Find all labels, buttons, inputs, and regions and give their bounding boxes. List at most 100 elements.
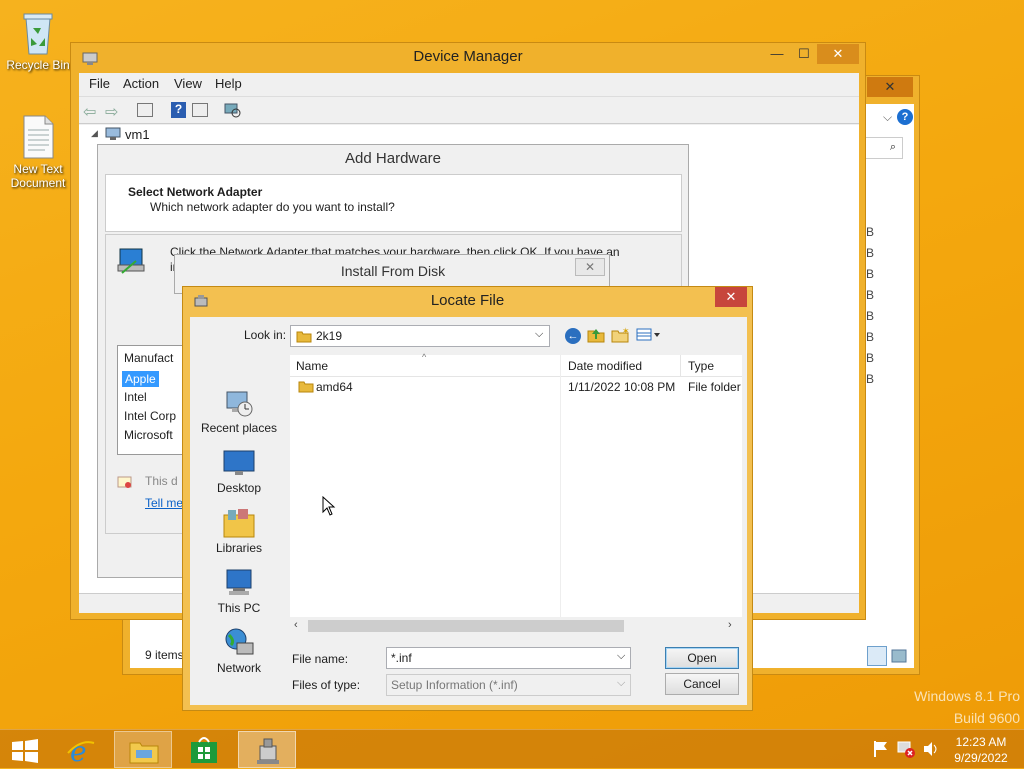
file-type-label: Files of type: xyxy=(292,678,361,692)
place-label: Recent places xyxy=(200,421,278,435)
cancel-button[interactable]: Cancel xyxy=(665,673,739,695)
place-this-pc[interactable]: This PC xyxy=(190,567,288,615)
look-in-value: 2k19 xyxy=(316,329,343,343)
menu-action[interactable]: Action xyxy=(123,73,159,95)
wizard-header-subtitle: Which network adapter do you want to ins… xyxy=(150,200,395,214)
svg-text:✶: ✶ xyxy=(622,326,629,336)
place-network[interactable]: Network xyxy=(190,627,288,675)
list-item[interactable]: Microsoft xyxy=(124,428,173,442)
list-item[interactable]: Intel xyxy=(124,390,147,404)
back-arrow-icon[interactable]: ⇦ xyxy=(83,102,96,122)
view-icon[interactable] xyxy=(192,103,208,117)
help-icon[interactable]: ? xyxy=(897,109,913,125)
desktop-icon xyxy=(223,447,255,479)
tell-me-link[interactable]: Tell me xyxy=(145,496,183,510)
recent-places-icon xyxy=(223,387,255,419)
clock-time: 12:23 AM xyxy=(955,735,1007,749)
taskbar-device-manager[interactable] xyxy=(238,731,296,768)
column-type[interactable]: Type xyxy=(688,355,714,377)
tree-collapse-icon[interactable]: ◢ xyxy=(91,128,98,139)
scroll-left-icon[interactable]: ‹ xyxy=(294,619,298,631)
wizard-header: Select Network Adapter Which network ada… xyxy=(105,174,682,232)
scan-hardware-icon[interactable] xyxy=(223,102,241,118)
file-explorer-icon xyxy=(129,738,159,764)
maximize-button[interactable]: ☐ xyxy=(791,44,817,64)
new-folder-icon[interactable]: ✶ xyxy=(611,326,630,344)
manufacturer-header[interactable]: Manufact xyxy=(124,351,173,365)
back-arrow-icon[interactable]: ← xyxy=(565,328,581,344)
properties-icon[interactable] xyxy=(137,103,153,117)
chevron-down-icon[interactable]: ⌵ xyxy=(617,677,625,690)
clock[interactable]: 12:23 AM 9/29/2022 xyxy=(946,734,1016,766)
watermark-edition: Windows 8.1 Pro xyxy=(914,688,1020,704)
volume-icon[interactable] xyxy=(922,740,940,758)
menu-help[interactable]: Help xyxy=(215,73,242,95)
look-in-combobox[interactable]: 2k19 ⌵ xyxy=(290,325,550,347)
open-button[interactable]: Open xyxy=(665,647,739,669)
locate-file-dialog[interactable]: Locate File ✕ Look in: 2k19 ⌵ ← ✶ Recent… xyxy=(182,286,753,711)
taskbar: e 12:23 AM 9/29/2022 xyxy=(0,729,1024,768)
date-modified-cell: 1/11/2022 10:08 PM xyxy=(568,380,676,394)
signed-note: This d xyxy=(145,474,178,488)
file-name-combobox[interactable]: *.inf ⌵ xyxy=(386,647,631,669)
place-label: Network xyxy=(216,661,261,675)
close-button[interactable]: ✕ xyxy=(817,44,859,64)
file-list-header: Name ^ Date modified Type xyxy=(290,352,742,625)
forward-arrow-icon[interactable]: ⇨ xyxy=(105,102,118,122)
network-disconnected-icon[interactable] xyxy=(897,740,915,758)
desktop-icon-label: New Text Document xyxy=(10,162,66,190)
large-icons-view-icon[interactable] xyxy=(891,648,907,664)
place-libraries[interactable]: Libraries xyxy=(190,507,288,555)
desktop-icon-label: Recycle Bin xyxy=(6,58,70,72)
libraries-icon xyxy=(223,507,255,539)
place-desktop[interactable]: Desktop xyxy=(190,447,288,495)
help-icon[interactable]: ? xyxy=(171,102,186,118)
device-manager-icon xyxy=(254,736,282,766)
place-recent-places[interactable]: Recent places xyxy=(190,387,288,435)
clock-date: 9/29/2022 xyxy=(954,751,1008,765)
chevron-down-icon[interactable]: ⌵ xyxy=(617,650,625,663)
list-item[interactable]: Intel Corp xyxy=(124,409,176,423)
computer-icon xyxy=(105,127,121,141)
action-center-flag-icon[interactable] xyxy=(873,740,889,758)
desktop-icon-text-document[interactable]: New Text Document xyxy=(2,114,74,190)
wizard-header-title: Select Network Adapter xyxy=(128,185,263,199)
menu-view[interactable]: View xyxy=(174,73,202,95)
taskbar-file-explorer[interactable] xyxy=(114,731,172,768)
scroll-right-icon[interactable]: › xyxy=(728,619,732,631)
view-menu-icon[interactable] xyxy=(636,327,662,343)
file-list[interactable]: Name ^ Date modified Type amd64 1/11/202… xyxy=(290,352,742,635)
desktop-icon-recycle-bin[interactable]: Recycle Bin xyxy=(2,8,74,72)
close-icon: ✕ xyxy=(584,260,596,274)
search-box[interactable]: ⌕ xyxy=(863,137,903,159)
column-date-modified[interactable]: Date modified xyxy=(568,355,642,377)
file-type-value: Setup Information (*.inf) xyxy=(391,678,518,692)
table-row[interactable]: amd64 1/11/2022 10:08 PM File folder xyxy=(290,378,742,396)
chevron-down-icon[interactable]: ⌵ xyxy=(883,110,892,125)
toolbar: ⇦ ⇨ ? xyxy=(79,96,859,124)
start-button[interactable] xyxy=(0,731,50,768)
windows-watermark: Windows 8.1 Pro Build 9600 xyxy=(880,685,1020,729)
up-folder-icon[interactable] xyxy=(587,326,605,344)
chevron-down-icon[interactable]: ⌵ xyxy=(535,328,543,341)
close-icon: ✕ xyxy=(884,79,896,94)
taskbar-internet-explorer[interactable]: e xyxy=(52,731,110,768)
scrollbar-thumb[interactable] xyxy=(308,620,624,632)
close-button[interactable]: ✕ xyxy=(867,77,913,97)
column-name[interactable]: Name xyxy=(296,355,328,377)
file-name-label: File name: xyxy=(292,652,349,666)
place-label: Desktop xyxy=(216,481,262,495)
close-button[interactable]: ✕ xyxy=(715,287,747,307)
size-column-fragments: BB BB BB BB xyxy=(866,225,875,386)
folder-icon xyxy=(298,379,314,393)
details-view-icon[interactable] xyxy=(867,646,887,666)
list-item[interactable]: Apple xyxy=(122,371,159,387)
menu-file[interactable]: File xyxy=(89,73,110,95)
horizontal-scrollbar[interactable]: ‹ › xyxy=(290,617,742,635)
minimize-button[interactable]: — xyxy=(763,44,791,64)
tree-root[interactable]: vm1 xyxy=(125,127,150,142)
close-button[interactable]: ✕ xyxy=(575,258,605,276)
folder-icon xyxy=(296,329,312,343)
taskbar-store[interactable] xyxy=(176,731,234,768)
file-type-combobox[interactable]: Setup Information (*.inf) ⌵ xyxy=(386,674,631,696)
